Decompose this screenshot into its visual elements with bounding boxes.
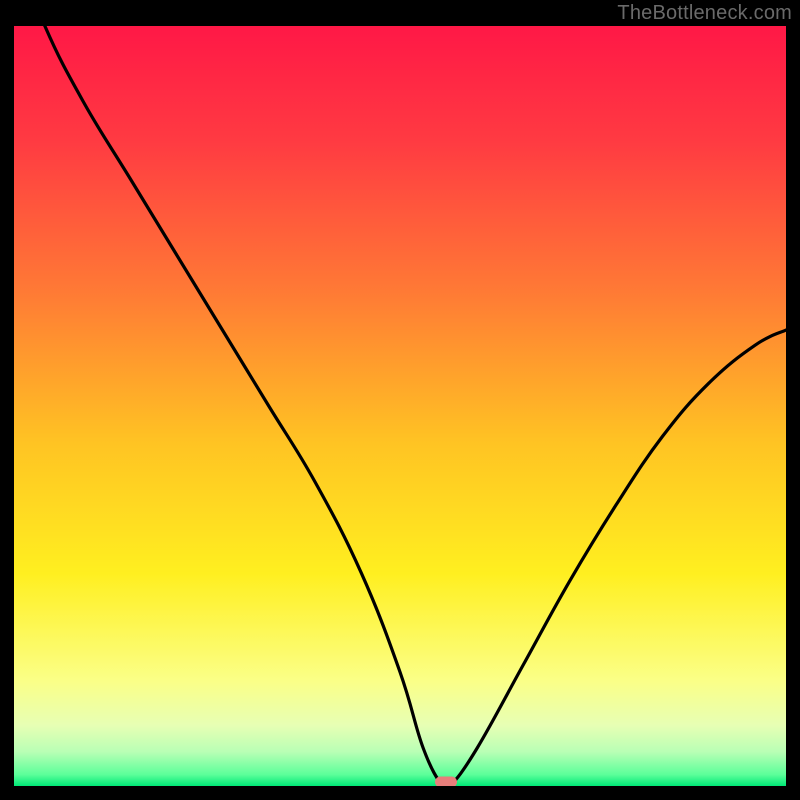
minimum-point-marker — [435, 777, 457, 787]
bottleneck-curve — [14, 26, 786, 786]
plot-area — [14, 26, 786, 786]
watermark: TheBottleneck.com — [617, 2, 792, 25]
chart-frame: TheBottleneck.com — [0, 0, 800, 800]
curve-layer — [14, 26, 786, 786]
